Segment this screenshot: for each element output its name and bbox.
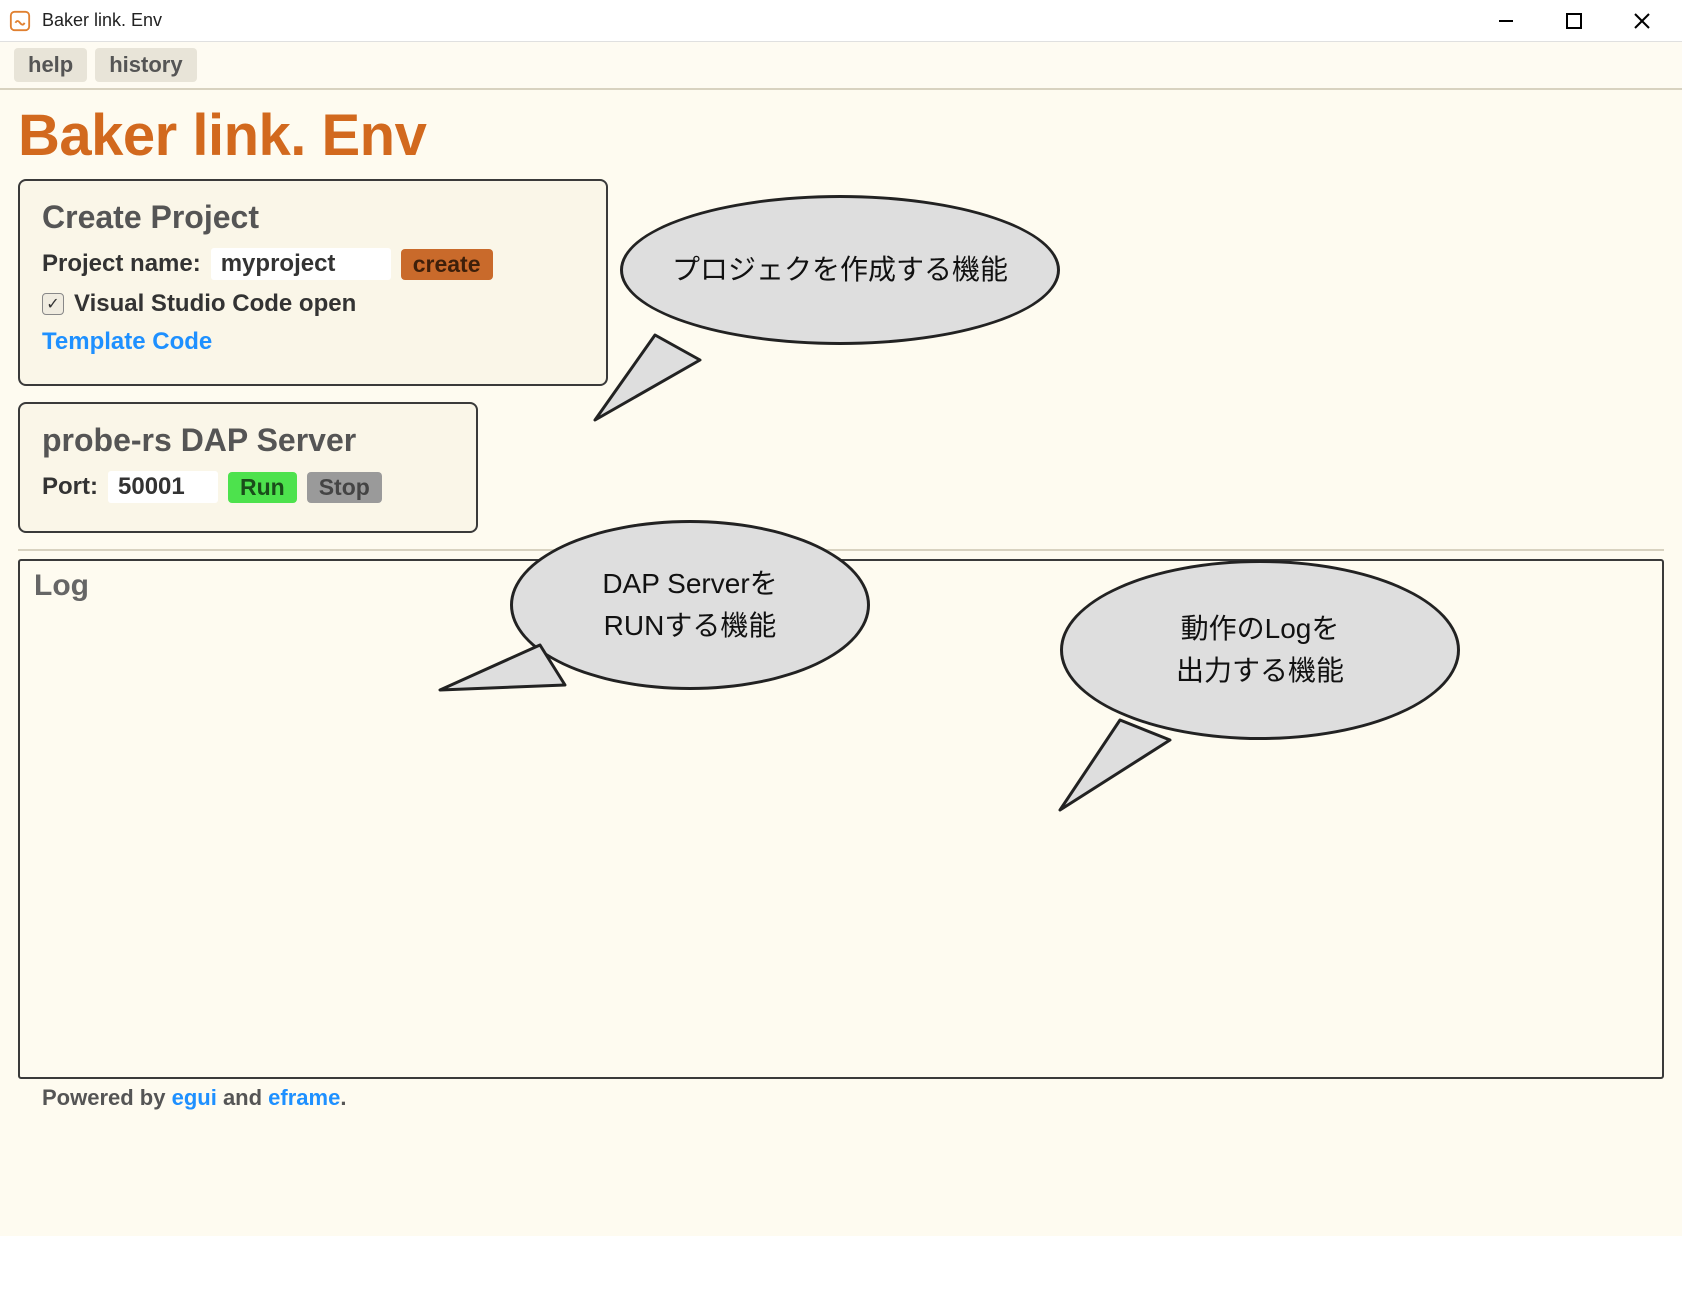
annotation-bubble-dap: DAP Serverを RUNする機能 (510, 520, 870, 690)
run-button[interactable]: Run (228, 472, 297, 503)
stop-button[interactable]: Stop (307, 472, 382, 503)
annotation-text-log-2: 出力する機能 (1176, 650, 1344, 692)
annotation-bubble-log: 動作のLogを 出力する機能 (1060, 560, 1460, 740)
dap-server-heading: probe-rs DAP Server (42, 422, 454, 459)
annotation-text-log-1: 動作のLogを (1176, 608, 1344, 650)
annotation-text-dap-1: DAP Serverを (602, 563, 777, 605)
template-code-link[interactable]: Template Code (42, 328, 212, 356)
vscode-open-label: Visual Studio Code open (74, 290, 356, 318)
menu-help[interactable]: help (14, 48, 87, 82)
app-title: Baker link. Env (18, 102, 1664, 169)
footer-suffix: . (340, 1085, 346, 1110)
titlebar: Baker link. Env (0, 0, 1682, 42)
project-name-input[interactable] (211, 248, 391, 280)
content-area: Baker link. Env Create Project Project n… (0, 90, 1682, 1236)
create-project-heading: Create Project (42, 199, 584, 236)
egui-link[interactable]: egui (172, 1085, 217, 1110)
annotation-bubble-create: プロジェクを作成する機能 (620, 195, 1060, 345)
window-controls (1492, 7, 1674, 35)
vscode-open-checkbox[interactable]: ✓ (42, 293, 64, 315)
menu-history[interactable]: history (95, 48, 196, 82)
window-title: Baker link. Env (42, 10, 162, 31)
divider (18, 549, 1664, 551)
maximize-icon[interactable] (1560, 7, 1588, 35)
create-project-panel: Create Project Project name: create ✓ Vi… (18, 179, 608, 386)
footer-prefix: Powered by (42, 1085, 172, 1110)
port-input[interactable] (108, 471, 218, 503)
annotation-text-create: プロジェクを作成する機能 (672, 249, 1008, 291)
footer-mid: and (217, 1085, 268, 1110)
create-button[interactable]: create (401, 249, 493, 280)
close-icon[interactable] (1628, 7, 1656, 35)
dap-server-panel: probe-rs DAP Server Port: Run Stop (18, 402, 478, 533)
port-label: Port: (42, 473, 98, 501)
eframe-link[interactable]: eframe (268, 1085, 340, 1110)
menubar: help history (0, 42, 1682, 90)
project-name-label: Project name: (42, 250, 201, 278)
minimize-icon[interactable] (1492, 7, 1520, 35)
annotation-text-dap-2: RUNする機能 (602, 605, 777, 647)
footer: Powered by egui and eframe. (18, 1079, 1664, 1117)
app-icon (8, 9, 32, 33)
